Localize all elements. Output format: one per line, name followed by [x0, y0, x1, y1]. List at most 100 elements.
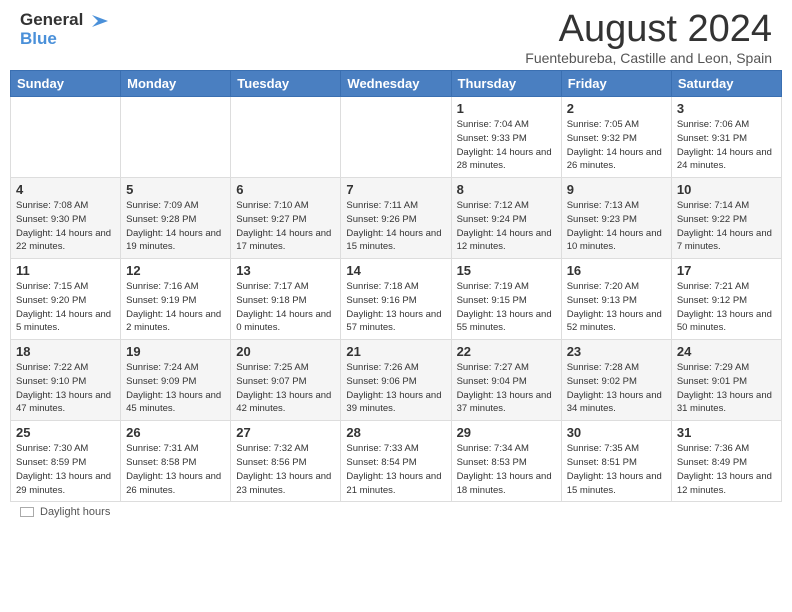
day-info: Sunrise: 7:16 AM Sunset: 9:19 PM Dayligh… — [126, 280, 225, 335]
logo-text: General — [20, 10, 110, 31]
day-info: Sunrise: 7:21 AM Sunset: 9:12 PM Dayligh… — [677, 280, 776, 335]
day-number: 12 — [126, 263, 225, 278]
calendar-cell: 30 Sunrise: 7:35 AM Sunset: 8:51 PM Dayli… — [561, 421, 671, 502]
calendar-cell: 26Sunrise: 7:31 AM Sunset: 8:58 PM Dayli… — [121, 421, 231, 502]
day-info: Sunrise: 7:25 AM Sunset: 9:07 PM Dayligh… — [236, 361, 335, 416]
calendar-cell — [121, 97, 231, 178]
day-number: 6 — [236, 182, 335, 197]
calendar-cell: 18 Sunrise: 7:22 AM Sunset: 9:10 PM Dayli… — [11, 340, 121, 421]
calendar-cell — [341, 97, 451, 178]
footer: Daylight hours — [0, 502, 792, 522]
day-header: Monday — [121, 71, 231, 97]
day-info: Sunrise: 7:33 AM Sunset: 8:54 PM Dayligh… — [346, 442, 445, 497]
day-info: Sunrise: 7:22 AM Sunset: 9:10 PM Dayligh… — [16, 361, 115, 416]
day-info: Sunrise: 7:27 AM Sunset: 9:04 PM Dayligh… — [457, 361, 556, 416]
calendar-cell: 13 Sunrise: 7:17 AM Sunset: 9:18 PM Dayli… — [231, 259, 341, 340]
calendar-cell: 24Sunrise: 7:29 AM Sunset: 9:01 PM Dayli… — [671, 340, 781, 421]
calendar-cell: 6 Sunrise: 7:10 AM Sunset: 9:27 PM Daylig… — [231, 178, 341, 259]
day-number: 28 — [346, 425, 445, 440]
calendar-cell: 20 Sunrise: 7:25 AM Sunset: 9:07 PM Dayli… — [231, 340, 341, 421]
page-header: General Blue August 2024 Fuentebureba, C… — [0, 0, 792, 70]
calendar-cell: 15 Sunrise: 7:19 AM Sunset: 9:15 PM Dayli… — [451, 259, 561, 340]
day-info: Sunrise: 7:32 AM Sunset: 8:56 PM Dayligh… — [236, 442, 335, 497]
day-info: Sunrise: 7:19 AM Sunset: 9:15 PM Dayligh… — [457, 280, 556, 335]
daylight-label: Daylight hours — [40, 506, 110, 518]
day-info: Sunrise: 7:10 AM Sunset: 9:27 PM Dayligh… — [236, 199, 335, 254]
calendar-cell: 31 Sunrise: 7:36 AM Sunset: 8:49 PM Dayli… — [671, 421, 781, 502]
day-number: 31 — [677, 425, 776, 440]
day-number: 16 — [567, 263, 666, 278]
day-number: 13 — [236, 263, 335, 278]
day-number: 30 — [567, 425, 666, 440]
day-number: 23 — [567, 344, 666, 359]
calendar-cell — [11, 97, 121, 178]
logo: General Blue — [20, 10, 110, 49]
day-number: 25 — [16, 425, 115, 440]
day-number: 11 — [16, 263, 115, 278]
day-number: 18 — [16, 344, 115, 359]
day-number: 22 — [457, 344, 556, 359]
calendar-table: SundayMondayTuesdayWednesdayThursdayFrid… — [10, 70, 782, 502]
day-number: 5 — [126, 182, 225, 197]
day-number: 2 — [567, 101, 666, 116]
calendar-cell: 16 Sunrise: 7:20 AM Sunset: 9:13 PM Dayli… — [561, 259, 671, 340]
day-info: Sunrise: 7:20 AM Sunset: 9:13 PM Dayligh… — [567, 280, 666, 335]
day-number: 1 — [457, 101, 556, 116]
logo-arrow-icon — [90, 11, 110, 31]
day-header: Sunday — [11, 71, 121, 97]
day-number: 14 — [346, 263, 445, 278]
day-info: Sunrise: 7:13 AM Sunset: 9:23 PM Dayligh… — [567, 199, 666, 254]
day-number: 24 — [677, 344, 776, 359]
calendar-cell: 25 Sunrise: 7:30 AM Sunset: 8:59 PM Dayli… — [11, 421, 121, 502]
day-number: 9 — [567, 182, 666, 197]
calendar-cell: 5 Sunrise: 7:09 AM Sunset: 9:28 PM Daylig… — [121, 178, 231, 259]
day-info: Sunrise: 7:30 AM Sunset: 8:59 PM Dayligh… — [16, 442, 115, 497]
day-header: Wednesday — [341, 71, 451, 97]
day-info: Sunrise: 7:36 AM Sunset: 8:49 PM Dayligh… — [677, 442, 776, 497]
title-block: August 2024 Fuentebureba, Castille and L… — [525, 10, 772, 66]
logo-blue: Blue — [20, 29, 57, 49]
calendar-cell: 9 Sunrise: 7:13 AM Sunset: 9:23 PM Daylig… — [561, 178, 671, 259]
day-info: Sunrise: 7:24 AM Sunset: 9:09 PM Dayligh… — [126, 361, 225, 416]
calendar-cell — [231, 97, 341, 178]
day-info: Sunrise: 7:17 AM Sunset: 9:18 PM Dayligh… — [236, 280, 335, 335]
calendar-cell: 23 Sunrise: 7:28 AM Sunset: 9:02 PM Dayli… — [561, 340, 671, 421]
day-number: 21 — [346, 344, 445, 359]
day-info: Sunrise: 7:11 AM Sunset: 9:26 PM Dayligh… — [346, 199, 445, 254]
month-year: August 2024 — [525, 10, 772, 48]
day-info: Sunrise: 7:14 AM Sunset: 9:22 PM Dayligh… — [677, 199, 776, 254]
calendar-cell: 11 Sunrise: 7:15 AM Sunset: 9:20 PM Dayli… — [11, 259, 121, 340]
calendar-cell: 2 Sunrise: 7:05 AM Sunset: 9:32 PM Daylig… — [561, 97, 671, 178]
day-info: Sunrise: 7:15 AM Sunset: 9:20 PM Dayligh… — [16, 280, 115, 335]
day-info: Sunrise: 7:09 AM Sunset: 9:28 PM Dayligh… — [126, 199, 225, 254]
day-number: 15 — [457, 263, 556, 278]
day-number: 20 — [236, 344, 335, 359]
day-info: Sunrise: 7:35 AM Sunset: 8:51 PM Dayligh… — [567, 442, 666, 497]
day-info: Sunrise: 7:18 AM Sunset: 9:16 PM Dayligh… — [346, 280, 445, 335]
calendar-cell: 12 Sunrise: 7:16 AM Sunset: 9:19 PM Dayli… — [121, 259, 231, 340]
calendar-cell: 3 Sunrise: 7:06 AM Sunset: 9:31 PM Daylig… — [671, 97, 781, 178]
day-info: Sunrise: 7:26 AM Sunset: 9:06 PM Dayligh… — [346, 361, 445, 416]
day-info: Sunrise: 7:04 AM Sunset: 9:33 PM Dayligh… — [457, 118, 556, 173]
day-number: 19 — [126, 344, 225, 359]
day-number: 8 — [457, 182, 556, 197]
calendar-cell: 29Sunrise: 7:34 AM Sunset: 8:53 PM Dayli… — [451, 421, 561, 502]
calendar-cell: 22 Sunrise: 7:27 AM Sunset: 9:04 PM Dayli… — [451, 340, 561, 421]
day-info: Sunrise: 7:12 AM Sunset: 9:24 PM Dayligh… — [457, 199, 556, 254]
day-number: 3 — [677, 101, 776, 116]
calendar-cell: 17 Sunrise: 7:21 AM Sunset: 9:12 PM Dayli… — [671, 259, 781, 340]
calendar-cell: 1 Sunrise: 7:04 AM Sunset: 9:33 PM Daylig… — [451, 97, 561, 178]
calendar-cell: 27Sunrise: 7:32 AM Sunset: 8:56 PM Dayli… — [231, 421, 341, 502]
day-info: Sunrise: 7:05 AM Sunset: 9:32 PM Dayligh… — [567, 118, 666, 173]
day-info: Sunrise: 7:28 AM Sunset: 9:02 PM Dayligh… — [567, 361, 666, 416]
day-info: Sunrise: 7:08 AM Sunset: 9:30 PM Dayligh… — [16, 199, 115, 254]
day-number: 17 — [677, 263, 776, 278]
day-info: Sunrise: 7:06 AM Sunset: 9:31 PM Dayligh… — [677, 118, 776, 173]
day-header: Friday — [561, 71, 671, 97]
calendar-cell: 10 Sunrise: 7:14 AM Sunset: 9:22 PM Dayli… — [671, 178, 781, 259]
day-number: 10 — [677, 182, 776, 197]
day-header: Saturday — [671, 71, 781, 97]
day-info: Sunrise: 7:31 AM Sunset: 8:58 PM Dayligh… — [126, 442, 225, 497]
day-info: Sunrise: 7:34 AM Sunset: 8:53 PM Dayligh… — [457, 442, 556, 497]
location: Fuentebureba, Castille and Leon, Spain — [525, 50, 772, 66]
